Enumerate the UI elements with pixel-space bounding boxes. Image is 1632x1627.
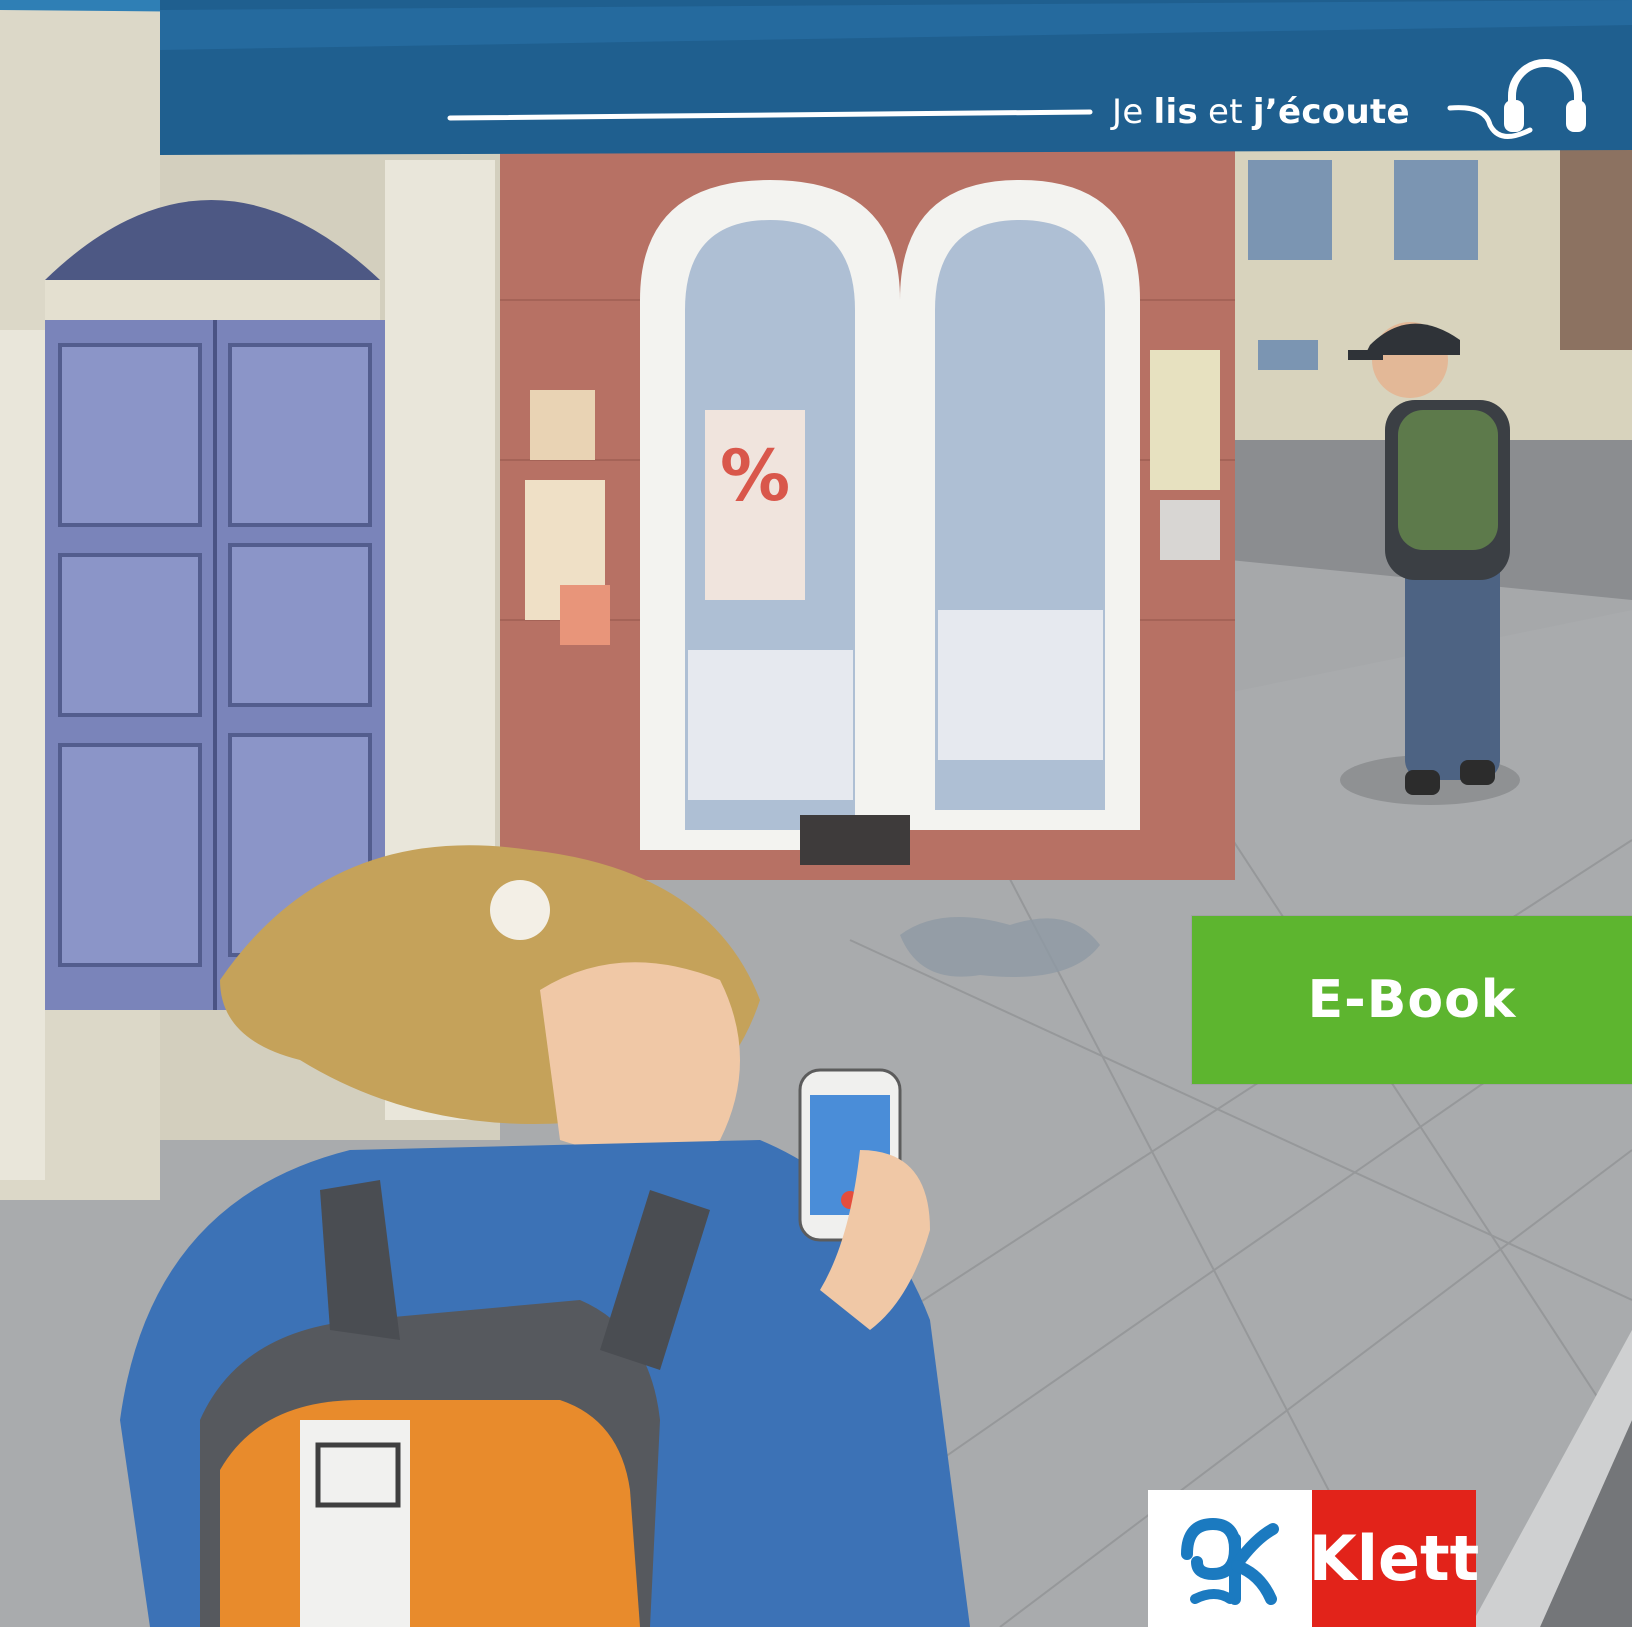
book-cover: % Je lis et j’écoute E-Book Klett <box>0 0 1632 1627</box>
publisher-logo: Klett <box>1148 1490 1479 1627</box>
cover-illustration: % <box>0 0 1632 1627</box>
series-word-je: Je <box>1112 92 1144 132</box>
klett-logo-mark <box>1148 1490 1312 1627</box>
series-word-ecoute: j’écoute <box>1252 92 1410 132</box>
series-title: Je lis et j’écoute <box>1112 84 1410 140</box>
ebook-badge: E-Book <box>1192 916 1632 1084</box>
series-word-lis: lis <box>1153 92 1198 132</box>
headphones-icon <box>1504 59 1586 132</box>
klett-wordmark: Klett <box>1309 1490 1479 1627</box>
series-word-et: et <box>1208 92 1243 132</box>
svg-text:%: % <box>720 435 790 517</box>
